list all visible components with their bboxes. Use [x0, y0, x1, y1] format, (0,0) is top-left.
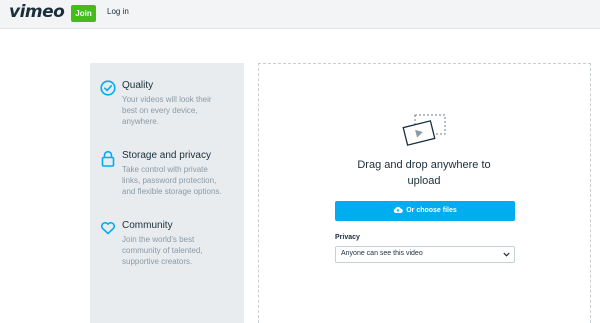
cloud-upload-icon — [393, 206, 404, 213]
features-panel: Quality Your videos will look their best… — [90, 63, 244, 323]
feature-title: Quality — [122, 80, 154, 91]
check-circle-icon — [100, 80, 116, 98]
login-link[interactable]: Log in — [107, 7, 129, 16]
top-navbar: vimeo Join Log in — [0, 0, 600, 29]
video-file-icon — [401, 112, 447, 146]
upload-dropzone[interactable] — [258, 63, 591, 323]
chevron-down-icon — [503, 252, 510, 257]
feature-description: Your videos will look their best on ever… — [122, 95, 212, 126]
join-button[interactable]: Join — [71, 5, 96, 22]
lock-icon — [100, 150, 116, 168]
feature-description: Join the world's best community of talen… — [122, 235, 203, 266]
privacy-label: Privacy — [335, 234, 360, 241]
drag-drop-text: Drag and drop anywhere to upload — [357, 159, 491, 187]
heart-icon — [100, 220, 116, 238]
feature-title: Community — [122, 220, 173, 231]
feature-description: Take control with private links, passwor… — [122, 165, 222, 196]
choose-files-label: Or choose files — [406, 207, 457, 214]
privacy-select[interactable]: Anyone can see this video — [335, 246, 515, 263]
vimeo-logo[interactable]: vimeo — [9, 2, 65, 22]
feature-title: Storage and privacy — [122, 150, 211, 161]
choose-files-button[interactable]: Or choose files — [335, 201, 515, 221]
privacy-selected-value: Anyone can see this video — [341, 250, 423, 257]
